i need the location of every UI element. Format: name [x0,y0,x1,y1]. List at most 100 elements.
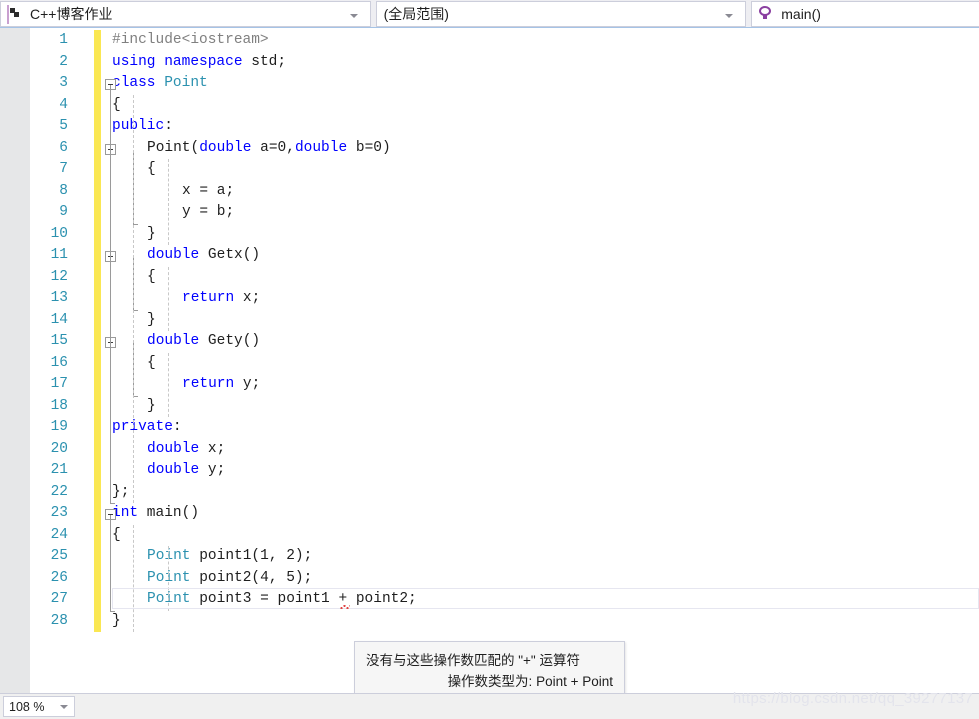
code-line[interactable]: 20 double x; [0,438,979,460]
code-line-text: double Gety() [147,333,261,349]
line-number: 28 [50,612,68,629]
unsaved-change-bar [94,202,101,224]
unsaved-change-bar [94,137,101,159]
unsaved-change-bar [94,223,101,245]
scope-dropdown[interactable]: (全局范围) [375,1,747,27]
line-number: 4 [59,96,68,113]
unsaved-change-bar [94,460,101,482]
line-number: 25 [50,548,68,564]
member-dropdown[interactable]: main() [751,1,979,27]
code-line[interactable]: 16 { [0,352,979,374]
code-line-text: { [112,526,121,543]
code-line-text: x = a; [182,182,235,199]
indent-guide-line [133,94,134,503]
member-dropdown-value: main() [781,6,821,22]
code-line-text: double y; [147,462,226,478]
code-line[interactable]: 23 int main() [0,503,979,525]
code-line[interactable]: 18} [0,395,979,417]
chevron-down-icon[interactable] [60,704,68,709]
code-line-text: class Point [112,75,208,91]
code-line[interactable]: 13 return x; [0,288,979,310]
code-line-text: return x; [182,290,261,306]
code-line[interactable]: 5 public: [0,116,979,138]
code-line-text: return y; [182,376,261,392]
line-number: 22 [50,483,68,500]
code-line-text: int main() [112,505,200,521]
code-line[interactable]: 17 return y; [0,374,979,396]
code-line-text: Point(double a=0,double b=0) [147,139,391,156]
line-number: 8 [59,182,68,199]
unsaved-change-bar [94,159,101,181]
code-line[interactable]: 2 using namespace std; [0,51,979,73]
cpp-file-icon [7,5,23,24]
code-line[interactable]: 28} [0,610,979,632]
code-line[interactable]: 9 y = b; [0,202,979,224]
code-line-text: { [147,161,156,177]
unsaved-change-bar [94,610,101,632]
unsaved-change-bar [94,266,101,288]
zoom-level-value: 108 % [9,699,45,714]
line-number: 7 [59,161,68,177]
chevron-down-icon[interactable] [346,5,362,23]
code-line[interactable]: 10} [0,223,979,245]
unsaved-change-bar [94,331,101,353]
code-line[interactable]: 21 double y; [0,460,979,482]
line-number: 11 [50,247,68,263]
error-tooltip: 没有与这些操作数匹配的 "+" 运算符 操作数类型为: Point + Poin… [354,641,625,693]
error-tooltip-line-2: 操作数类型为: Point + Point [447,674,613,689]
outlining-guide-line [110,85,111,503]
unsaved-change-bar [94,546,101,568]
code-line-text: Point point2(4, 5); [147,569,313,586]
code-line[interactable]: 22}; [0,481,979,503]
line-number: 2 [59,53,68,70]
code-line[interactable]: 3 class Point [0,73,979,95]
unsaved-change-bar [94,288,101,310]
indent-guide-line [133,524,134,632]
outlining-guide-end [110,503,115,504]
code-editor[interactable]: 1 #include<iostream> 2 using namespace std;… [0,28,979,693]
project-dropdown[interactable]: C++博客作业 [0,1,371,27]
code-line-text: #include<iostream> [112,32,269,48]
code-line[interactable]: 26 Point point2(4, 5); [0,567,979,589]
code-lines-container[interactable]: 1 #include<iostream> 2 using namespace std;… [0,28,979,693]
code-line[interactable]: 11 double Getx() [0,245,979,267]
code-line-text: } [147,311,156,328]
code-line[interactable]: 12 { [0,266,979,288]
code-line[interactable]: 4{ [0,94,979,116]
unsaved-change-bar [94,94,101,116]
editor-navigation-bar: C++博客作业 (全局范围) main() [0,0,979,28]
unsaved-change-bar [94,116,101,138]
unsaved-change-bar [94,73,101,95]
code-line[interactable]: 6 Point(double a=0,double b=0) [0,137,979,159]
line-number: 24 [50,526,68,543]
code-line[interactable]: 7{ [0,159,979,181]
line-number: 13 [50,290,68,306]
unsaved-change-bar [94,481,101,503]
unsaved-change-bar [94,30,101,52]
code-line[interactable]: 25 Point point1(1, 2); [0,546,979,568]
code-line[interactable]: 8 x = a; [0,180,979,202]
code-line[interactable]: 14} [0,309,979,331]
code-line-text: y = b; [182,204,235,220]
unsaved-change-bar [94,503,101,525]
unsaved-change-bar [94,524,101,546]
line-number: 21 [50,462,68,478]
code-line-text: using namespace std; [112,53,287,70]
line-number: 26 [50,569,68,586]
code-line-text: { [112,96,121,113]
code-line-text: double Getx() [147,247,261,263]
code-line[interactable]: 15 double Gety() [0,331,979,353]
line-number: 23 [50,505,68,521]
unsaved-change-bar [94,589,101,611]
line-number: 15 [50,333,68,349]
code-line[interactable]: 24 { [0,524,979,546]
line-number: 14 [50,311,68,328]
zoom-level-dropdown[interactable]: 108 % [3,696,75,717]
code-line[interactable]: 19 private: [0,417,979,439]
chevron-down-icon[interactable] [721,5,737,23]
code-line[interactable]: 27 Point point3 = point1 + point2; [0,589,979,611]
line-number: 27 [50,591,68,607]
indent-guide-line [168,159,169,245]
code-line[interactable]: 1 #include<iostream> [0,30,979,52]
unsaved-change-bar [94,395,101,417]
